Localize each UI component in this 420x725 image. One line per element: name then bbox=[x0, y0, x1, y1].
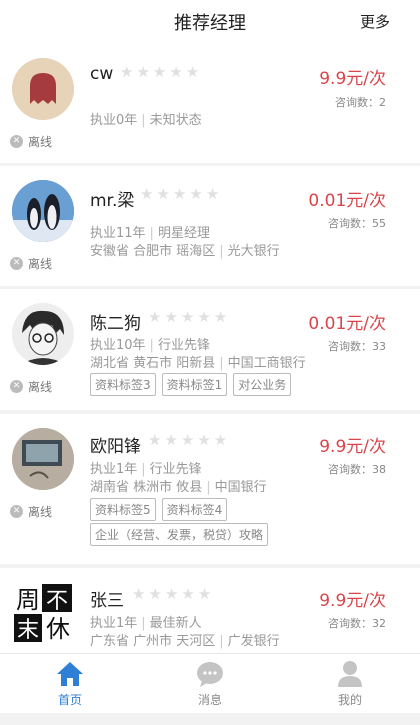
manager-name: 陈二狗 bbox=[90, 314, 141, 334]
offline-icon: ✕ bbox=[10, 135, 23, 148]
manager-card[interactable]: ✕ 离线 mr.梁 ★★★★★ 0.01元/次 咨询数：55 执业11年 | 明星经… bbox=[0, 166, 420, 286]
manager-card[interactable]: 周 不 末 休 张三 ★★★★★ 9.9元/次 咨询数：32 执业1年 | 最佳新人… bbox=[0, 568, 420, 653]
tab-home[interactable]: 首页 bbox=[0, 654, 140, 713]
experience-line: 执业10年 | 行业先锋 bbox=[90, 338, 210, 353]
experience-line: 执业1年 | 行业先锋 bbox=[90, 462, 202, 477]
location-line: 安徽省 合肥市 瑶海区 | 光大银行 bbox=[90, 244, 280, 259]
top-bar: 推荐经理 更多 bbox=[0, 0, 420, 44]
manager-name: mr.梁 bbox=[90, 191, 135, 211]
manager-name: cw bbox=[90, 64, 114, 84]
tab-label: 消息 bbox=[197, 693, 222, 707]
tag-list: 资料标签3 资料标签1 对公业务 bbox=[90, 373, 297, 396]
avatar bbox=[12, 58, 74, 120]
consult-count: 咨询数：32 bbox=[328, 617, 386, 630]
penguins-photo bbox=[12, 180, 74, 242]
rating-stars: ★★★★★ bbox=[120, 63, 203, 81]
consult-count: 咨询数：38 bbox=[328, 463, 386, 476]
avatar: 周 不 末 休 bbox=[12, 582, 74, 644]
rating-stars: ★★★★★ bbox=[132, 585, 215, 603]
tag[interactable]: 资料标签4 bbox=[161, 498, 228, 521]
manager-card[interactable]: ✕ 离线 cw ★★★★★ 9.9元/次 咨询数：2 执业0年 | 未知状态 bbox=[0, 44, 420, 163]
bottom-tab-bar: 首页 消息 我的 bbox=[0, 653, 420, 713]
tag[interactable]: 对公业务 bbox=[233, 373, 292, 396]
tag[interactable]: 资料标签5 bbox=[90, 498, 156, 521]
avatar bbox=[12, 428, 74, 490]
more-button[interactable]: 更多 bbox=[360, 11, 390, 32]
consult-count: 咨询数：33 bbox=[328, 340, 386, 353]
anime-avatar bbox=[12, 303, 74, 365]
bottom-strip bbox=[0, 713, 420, 725]
rating-stars: ★★★★★ bbox=[140, 185, 223, 203]
tag[interactable]: 企业（经营、发票，税贷）攻略 bbox=[90, 523, 269, 546]
consult-count: 咨询数：2 bbox=[335, 96, 386, 109]
price: 0.01元/次 bbox=[308, 191, 386, 211]
photo-avatar bbox=[12, 428, 74, 490]
location-line: 广东省 广州市 天河区 | 广发银行 bbox=[90, 634, 280, 649]
price: 9.9元/次 bbox=[319, 437, 386, 457]
tab-label: 我的 bbox=[337, 693, 362, 707]
status-offline: ✕ 离线 bbox=[10, 378, 52, 395]
status-offline: ✕ 离线 bbox=[10, 503, 52, 520]
rating-stars: ★★★★★ bbox=[148, 431, 231, 449]
offline-icon: ✕ bbox=[10, 257, 23, 270]
tag[interactable]: 资料标签3 bbox=[90, 373, 156, 396]
tab-label: 首页 bbox=[57, 693, 82, 707]
experience-line: 执业1年 | 最佳新人 bbox=[90, 616, 202, 631]
offline-icon: ✕ bbox=[10, 380, 23, 393]
manager-card[interactable]: ✕ 离线 陈二狗 ★★★★★ 0.01元/次 咨询数：33 执业10年 | 行业先锋… bbox=[0, 289, 420, 410]
status-offline: ✕ 离线 bbox=[10, 255, 52, 272]
svg-text:休: 休 bbox=[46, 615, 70, 643]
consult-count: 咨询数：55 bbox=[328, 217, 386, 230]
experience-line: 执业11年 | 明星经理 bbox=[90, 226, 210, 241]
location-line: 湖南省 株洲市 攸县 | 中国银行 bbox=[90, 480, 267, 495]
manager-card[interactable]: ✕ 离线 欧阳锋 ★★★★★ 9.9元/次 咨询数：38 执业1年 | 行业先锋 湖… bbox=[0, 414, 420, 564]
offline-icon: ✕ bbox=[10, 505, 23, 518]
home-icon bbox=[57, 662, 83, 686]
rating-stars: ★★★★★ bbox=[148, 308, 231, 326]
svg-text:不: 不 bbox=[46, 589, 68, 614]
tag-list: 资料标签5 资料标签4 bbox=[90, 498, 233, 521]
profile-icon bbox=[338, 661, 362, 687]
manager-list: ✕ 离线 cw ★★★★★ 9.9元/次 咨询数：2 执业0年 | 未知状态 ✕ 离… bbox=[0, 44, 420, 653]
experience-line: 执业0年 | 未知状态 bbox=[90, 113, 202, 128]
price: 0.01元/次 bbox=[308, 314, 386, 334]
location-line: 湖北省 黄石市 阳新县 | 中国工商银行 bbox=[90, 356, 306, 371]
manager-name: 张三 bbox=[90, 591, 124, 611]
ghost-icon bbox=[12, 58, 74, 120]
tab-profile[interactable]: 我的 bbox=[280, 654, 420, 713]
status-offline: ✕ 离线 bbox=[10, 133, 52, 150]
svg-text:周: 周 bbox=[16, 586, 40, 614]
avatar bbox=[12, 180, 74, 242]
message-icon bbox=[197, 662, 223, 687]
avatar bbox=[12, 303, 74, 365]
tag[interactable]: 资料标签1 bbox=[161, 373, 228, 396]
price: 9.9元/次 bbox=[319, 69, 386, 89]
calligraphy-avatar: 周 不 末 休 bbox=[12, 582, 74, 644]
price: 9.9元/次 bbox=[319, 591, 386, 611]
tab-messages[interactable]: 消息 bbox=[140, 654, 280, 713]
svg-text:末: 末 bbox=[17, 618, 39, 643]
tag-list: 企业（经营、发票，税贷）攻略 bbox=[90, 523, 274, 546]
manager-name: 欧阳锋 bbox=[90, 437, 141, 457]
page-title: 推荐经理 bbox=[174, 13, 246, 34]
